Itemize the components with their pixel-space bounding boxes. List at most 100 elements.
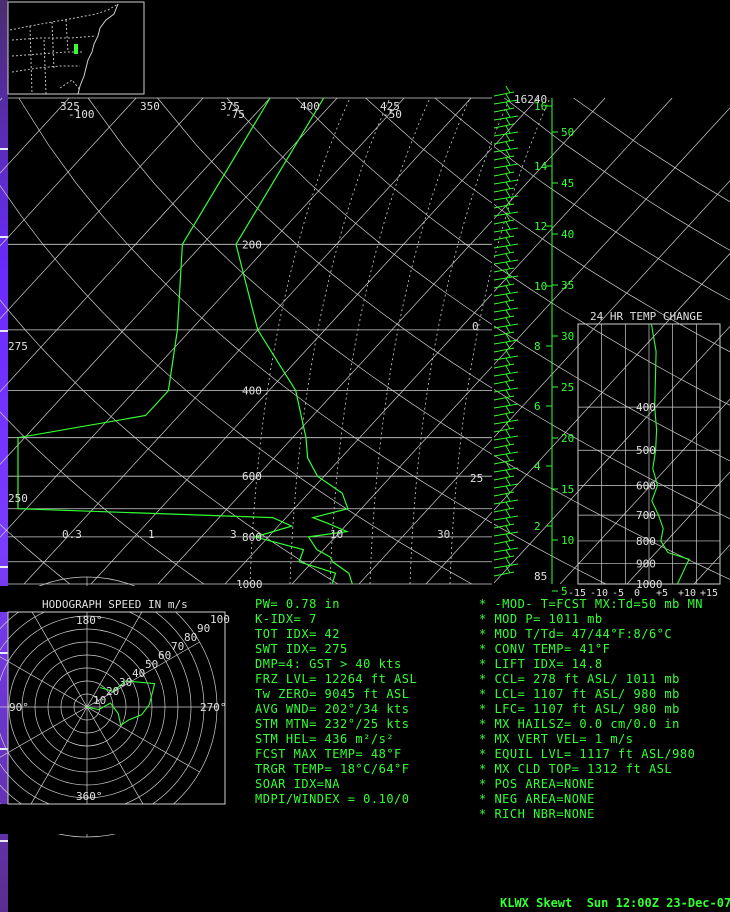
dry-adiabat-line bbox=[0, 299, 339, 585]
wind-barb bbox=[493, 299, 515, 305]
temp-change-panel: 4005006007008009001000-15 -10 -5 0 +5 +10 +15 bbox=[568, 323, 721, 599]
wind-barbs bbox=[493, 85, 519, 577]
skewt-grid bbox=[0, 96, 730, 586]
kft-label: 25 bbox=[561, 381, 574, 394]
km-label: 10 bbox=[534, 280, 547, 293]
dry-adiabat-line bbox=[87, 97, 730, 580]
temperature-label: -50 bbox=[382, 108, 402, 121]
temperature-trace bbox=[235, 97, 353, 585]
wind-barb-flag bbox=[505, 485, 511, 494]
mixing-ratio-label: 3 bbox=[230, 528, 237, 541]
wind-barb-flag bbox=[505, 461, 511, 470]
kft-label: 30 bbox=[561, 330, 574, 343]
kft-label: 5 bbox=[561, 585, 568, 598]
wind-barb-flag bbox=[505, 293, 511, 302]
wind-barb-flag bbox=[505, 389, 511, 398]
isotherm-line bbox=[693, 544, 730, 585]
tchange-pressure-label: 800 bbox=[636, 535, 656, 548]
wind-barb-flag bbox=[505, 453, 511, 462]
wind-barb-flag bbox=[505, 445, 511, 454]
wind-barb-flag bbox=[505, 141, 511, 150]
tchange-pressure-label: 600 bbox=[636, 479, 656, 492]
wind-barb bbox=[493, 251, 515, 257]
mixing-ratio-label: 0.3 bbox=[62, 528, 82, 541]
mixing-ratio-label: 1 bbox=[148, 528, 155, 541]
kft-label: 35 bbox=[561, 279, 574, 292]
wind-barb-flag bbox=[505, 117, 511, 126]
isotherm-line bbox=[0, 97, 405, 538]
wind-barb bbox=[493, 91, 515, 97]
hodograph-ring-label: 100 bbox=[210, 613, 230, 626]
kft-label: 10 bbox=[561, 534, 574, 547]
temperature-label: 25 bbox=[470, 472, 483, 485]
wind-barb-flag bbox=[505, 181, 511, 190]
wind-barb bbox=[493, 491, 515, 497]
wind-barb-flag bbox=[505, 301, 511, 310]
tchange-pressure-label: 400 bbox=[636, 401, 656, 414]
hodograph-ring-label: 60 bbox=[158, 649, 171, 662]
us-east-coast-map-icon bbox=[7, 1, 145, 95]
wind-barb-flag bbox=[505, 357, 511, 366]
km-label: 6 bbox=[534, 400, 541, 413]
wind-barb bbox=[493, 107, 515, 113]
km-label: 16 bbox=[534, 100, 547, 113]
hodograph-direction-label: 90° bbox=[9, 701, 29, 714]
skewt-diagram: 325 350 375 400 425-100 -75 -50275025200400600… bbox=[0, 85, 730, 598]
wind-barb bbox=[493, 171, 515, 177]
hodograph-direction-label: 360° bbox=[76, 790, 103, 803]
wind-barb-flag bbox=[505, 365, 511, 374]
wind-barb-flag bbox=[505, 285, 511, 294]
wind-barb-flag bbox=[505, 501, 511, 510]
wind-barb-flag bbox=[505, 429, 511, 438]
kft-label: 50 bbox=[561, 126, 574, 139]
wind-barb bbox=[493, 571, 515, 577]
moist-adiabat-line bbox=[409, 97, 511, 585]
theta-label: 250 bbox=[8, 492, 28, 505]
wind-barb bbox=[493, 475, 515, 481]
temperature-label: 275 bbox=[8, 340, 28, 353]
isotherm-line bbox=[0, 97, 271, 393]
wind-barb bbox=[493, 315, 515, 321]
hodograph: 180° 90° 270° 360° 102030405060708090100 bbox=[0, 576, 265, 838]
green-marker-icon bbox=[74, 44, 78, 54]
theta-label: 400 bbox=[300, 100, 320, 113]
wind-barb-flag bbox=[505, 517, 511, 526]
hodograph-ring-label: 40 bbox=[132, 667, 145, 680]
wind-barb-flag bbox=[505, 549, 511, 558]
tchange-tick-label: -5 bbox=[612, 588, 624, 599]
moist-adiabat-line bbox=[369, 97, 471, 585]
wind-barb-flag bbox=[505, 469, 511, 478]
wind-barb-flag bbox=[505, 189, 511, 198]
kft-label: 40 bbox=[561, 228, 574, 241]
wind-barb-flag bbox=[505, 325, 511, 334]
wind-barb-flag bbox=[505, 317, 511, 326]
wind-barb bbox=[493, 395, 515, 401]
wind-barb-flag bbox=[505, 261, 511, 270]
height-axis: 16240161412108642504540353025201510585 bbox=[514, 93, 574, 598]
wind-barb-flag bbox=[505, 533, 511, 542]
hodograph-ring-label: 20 bbox=[106, 685, 119, 698]
pressure-label: 400 bbox=[242, 385, 262, 398]
wind-barb bbox=[493, 507, 515, 513]
tchange-tick-label: +5 bbox=[656, 588, 668, 599]
wind-barb-flag bbox=[505, 541, 511, 550]
wind-barb bbox=[493, 347, 515, 353]
pressure-label: 800 bbox=[242, 531, 262, 544]
wind-barb bbox=[493, 379, 515, 385]
wind-barb-flag bbox=[505, 133, 511, 142]
hodograph-direction-label: 270° bbox=[200, 701, 227, 714]
kft-label: 20 bbox=[561, 432, 574, 445]
wind-barb-flag bbox=[505, 229, 511, 238]
temperature-label: -100 bbox=[68, 108, 95, 121]
tchange-tick-label: -15 bbox=[568, 588, 586, 599]
wind-barb bbox=[493, 443, 515, 449]
wind-barb-flag bbox=[505, 341, 511, 350]
wind-barb-flag bbox=[505, 173, 511, 182]
skewt-labels: 325 350 375 400 425-100 -75 -50275025200400600… bbox=[8, 100, 483, 591]
kft-label: 15 bbox=[561, 483, 574, 496]
tchange-pressure-label: 700 bbox=[636, 509, 656, 522]
wind-barb-flag bbox=[505, 437, 511, 446]
km-label: 8 bbox=[534, 340, 541, 353]
mixing-ratio-label: 10 bbox=[330, 528, 343, 541]
height-label: 85 bbox=[534, 570, 547, 583]
